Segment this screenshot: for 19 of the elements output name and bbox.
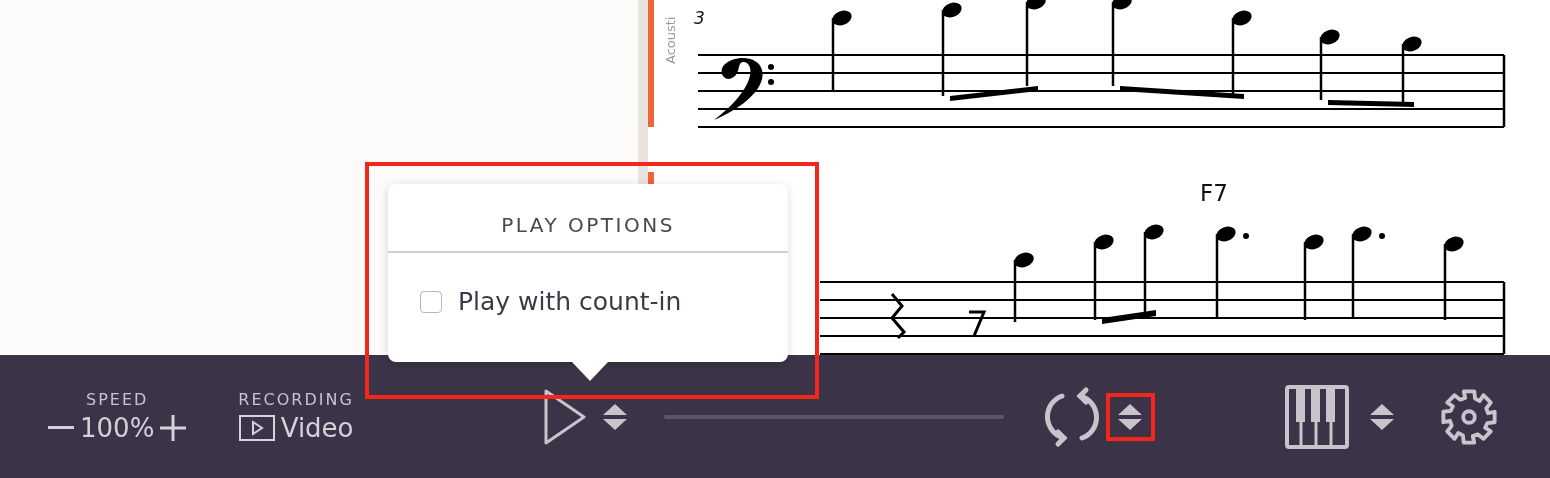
chord-symbol: F7 [1200, 180, 1228, 206]
measure-number: 3 [694, 8, 705, 28]
progress-track[interactable] [663, 414, 1004, 419]
checkbox-label[interactable]: Play with count-in [458, 287, 682, 316]
speed-label: SPEED [86, 390, 149, 409]
video-icon [238, 415, 275, 441]
play-icon[interactable] [543, 388, 586, 445]
instrument-label: Acousti [664, 16, 678, 64]
minus-icon[interactable] [48, 426, 74, 430]
speed-value: 100% [80, 413, 155, 443]
up-down-icon[interactable] [601, 402, 628, 431]
piano-icon[interactable] [1284, 384, 1349, 449]
checkbox[interactable] [420, 290, 442, 313]
plus-icon[interactable] [160, 415, 187, 441]
up-down-icon[interactable] [1105, 392, 1155, 441]
recording-mode[interactable]: Video [280, 413, 354, 443]
popover-title: PLAY OPTIONS [501, 213, 675, 237]
up-down-icon[interactable] [1368, 402, 1395, 431]
recording-label: RECORDING [238, 390, 354, 409]
